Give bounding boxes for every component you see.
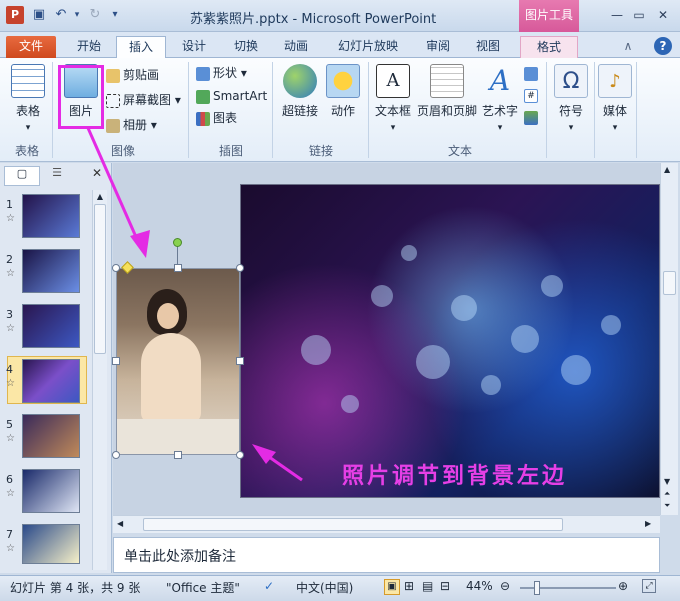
zoom-out-icon[interactable]: ⊖ [500,579,510,593]
slide-horizontal-scrollbar[interactable]: ◀ ▶ [113,515,660,533]
scroll-thumb[interactable] [663,271,676,295]
zoom-slider-thumb[interactable] [534,581,540,595]
annotation-arrows [86,127,303,482]
slide-vertical-scrollbar[interactable]: ▲ ▼ ⏶ ⏷ [660,163,678,515]
reading-view-icon[interactable]: ▤ [422,579,433,593]
zoom-in-icon[interactable]: ⊕ [618,579,628,593]
arrow-line-to-photo [86,127,142,247]
scroll-right-icon[interactable]: ▶ [645,519,651,528]
scroll-down-icon[interactable]: ▼ [664,477,670,486]
fit-to-window-icon[interactable]: ⤢ [642,579,656,593]
slide-sorter-view-icon[interactable]: ⊞ [404,579,414,593]
notes-placeholder[interactable]: 单击此处添加备注 [124,546,236,566]
scroll-left-icon[interactable]: ◀ [117,519,123,528]
slide-count-status: 幻灯片 第 4 张，共 9 张 [10,581,141,595]
slideshow-view-icon[interactable]: ⊟ [440,579,450,593]
scroll-thumb[interactable] [143,518,563,531]
arrow-head-to-photo [130,230,150,258]
scroll-up-icon[interactable]: ▲ [664,165,670,174]
zoom-level[interactable]: 44% [466,579,493,593]
normal-view-icon[interactable]: ▣ [384,579,400,595]
next-slide-icon[interactable]: ⏷ [664,501,670,511]
previous-slide-icon[interactable]: ⏶ [664,489,670,499]
language-status[interactable]: 中文(中国) [296,579,353,596]
theme-status[interactable]: "Office 主题" [166,579,240,596]
spellcheck-icon[interactable]: ✓ [264,579,274,593]
